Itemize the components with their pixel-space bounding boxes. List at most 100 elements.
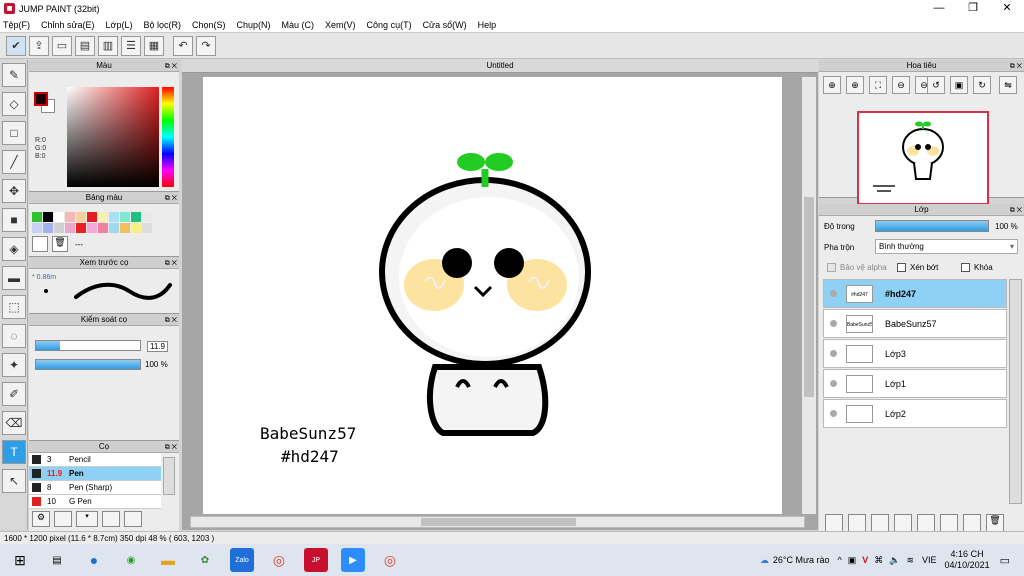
chrome-profile-icon[interactable]: ◎ — [378, 548, 402, 572]
menu-select[interactable]: Chọn(S) — [192, 20, 226, 30]
bucket-tool-icon[interactable]: ◈ — [2, 237, 26, 261]
jump-paint-taskbar-icon[interactable]: JP — [304, 548, 328, 572]
sync-icon[interactable]: ✔ — [6, 35, 26, 56]
rotate-reset-icon[interactable]: ▣ — [950, 76, 968, 94]
blend-mode-select[interactable]: Bình thường ▾ — [875, 239, 1018, 254]
canvas-horizontal-scrollbar[interactable] — [190, 516, 805, 528]
tray-app-icon[interactable]: ▣ — [848, 555, 857, 566]
layer-folder-icon[interactable] — [917, 514, 935, 532]
layer-row-babesunz57[interactable]: BabeSunz57 BabeSunz57 — [823, 309, 1007, 338]
brush-tool-icon[interactable]: ✎ — [2, 63, 26, 87]
brush-size-value[interactable]: 11.9 — [147, 341, 168, 352]
brush-size-slider[interactable] — [35, 340, 141, 351]
trash-icon[interactable]: 🗑 — [52, 236, 68, 252]
visibility-icon[interactable] — [830, 410, 837, 417]
brush-item-pen[interactable]: 11.9 Pen — [29, 467, 161, 481]
protect-alpha-checkbox[interactable] — [827, 263, 836, 272]
menu-help[interactable]: Help — [478, 20, 497, 30]
menu-filter[interactable]: Bộ lọc(R) — [143, 20, 181, 30]
network-icon[interactable]: ⌘ — [874, 555, 883, 566]
rectangle-tool-icon[interactable]: □ — [2, 121, 26, 145]
brush-settings-icon[interactable]: ⚙ — [32, 511, 50, 527]
move-tool-icon[interactable]: ✥ — [2, 179, 26, 203]
visibility-icon[interactable] — [830, 320, 837, 327]
navigator-thumbnail[interactable] — [857, 111, 989, 205]
menu-capture[interactable]: Chụp(N) — [237, 20, 271, 30]
layer-row-lop1[interactable]: Lớp1 — [823, 369, 1007, 398]
close-button[interactable]: ✕ — [990, 0, 1024, 17]
magic-wand-tool-icon[interactable]: ✦ — [2, 353, 26, 377]
layer-list-scrollbar[interactable] — [1009, 279, 1022, 504]
document-icon[interactable]: ▥ — [98, 35, 118, 56]
zalo-icon[interactable]: Zalo — [230, 548, 254, 572]
fit-icon[interactable]: ⛶ — [869, 76, 887, 94]
volume-icon[interactable]: 🔈 — [889, 555, 900, 566]
undo-icon[interactable]: ↶ — [173, 35, 193, 56]
export-icon[interactable]: ⇪ — [29, 35, 49, 56]
brush-item-pencil[interactable]: 3 Pencil — [29, 453, 161, 467]
redo-icon[interactable]: ↷ — [196, 35, 216, 56]
zoom-out-icon[interactable]: ⊖ — [892, 76, 910, 94]
minimize-button[interactable]: — — [922, 0, 956, 17]
chrome-icon[interactable]: ◎ — [267, 548, 291, 572]
duplicate-layer-icon[interactable] — [940, 514, 958, 532]
menu-window[interactable]: Cửa sổ(W) — [423, 20, 467, 30]
menu-edit[interactable]: Chỉnh sửa(E) — [41, 20, 95, 30]
brush-item-g-pen[interactable]: 10 G Pen — [29, 495, 161, 509]
menu-file[interactable]: Tệp(F) — [3, 20, 30, 30]
gradient-tool-icon[interactable]: ▬ — [2, 266, 26, 290]
operation-tool-icon[interactable]: ↖ — [2, 469, 26, 493]
list-icon[interactable]: ☰ — [121, 35, 141, 56]
flip-icon[interactable]: ⇋ — [999, 76, 1017, 94]
pen-tool-icon[interactable]: ╱ — [2, 150, 26, 174]
saturation-value-picker[interactable] — [67, 87, 159, 187]
edge-icon[interactable]: ● — [82, 548, 106, 572]
select-rect-tool-icon[interactable]: ⬚ — [2, 295, 26, 319]
layer-opacity-slider[interactable] — [875, 220, 989, 232]
merge-layer-icon[interactable] — [963, 514, 981, 532]
fill-rect-tool-icon[interactable]: ■ — [2, 208, 26, 232]
palette-swatches[interactable] — [32, 212, 152, 233]
brush-list-scrollbar[interactable] — [163, 457, 175, 495]
task-view-icon[interactable]: ▤ — [45, 548, 69, 572]
document-tab[interactable]: Untitled — [182, 59, 818, 73]
input-language[interactable]: VIE — [922, 555, 937, 565]
delete-layer-icon[interactable]: 🗑 — [986, 514, 1004, 532]
brush-copy-icon[interactable] — [102, 511, 120, 527]
layer-row-hd247[interactable]: #hd247 #hd247 — [823, 279, 1007, 308]
select-pen-tool-icon[interactable]: ✐ — [2, 382, 26, 406]
layer-row-lop2[interactable]: Lớp2 — [823, 399, 1007, 428]
new-8bit-layer-icon[interactable] — [894, 514, 912, 532]
brush-opacity-slider[interactable] — [35, 359, 141, 370]
windows-start-icon[interactable]: ⊞ — [8, 548, 32, 572]
vertical-scroll-thumb[interactable] — [804, 197, 814, 397]
zoom-app-icon[interactable]: ▶ — [341, 548, 365, 572]
wifi-icon[interactable]: ≋ — [906, 555, 914, 566]
new-brush-icon[interactable] — [54, 511, 72, 527]
lock-option[interactable]: Khóa — [961, 263, 993, 272]
brush-item-pen-sharp[interactable]: 8 Pen (Sharp) — [29, 481, 161, 495]
canvas-vertical-scrollbar[interactable] — [802, 77, 816, 514]
visibility-icon[interactable] — [830, 380, 837, 387]
hue-slider[interactable] — [162, 87, 174, 187]
zoom-in-alt-icon[interactable]: ⊕ — [846, 76, 864, 94]
visibility-icon[interactable] — [830, 350, 837, 357]
visibility-icon[interactable] — [830, 290, 837, 297]
protect-alpha-option[interactable]: Bảo vệ alpha — [827, 263, 887, 272]
clipping-option[interactable]: Xén bớt — [897, 263, 938, 272]
foreground-color-swatch[interactable] — [34, 92, 48, 106]
clipping-checkbox[interactable] — [897, 263, 906, 272]
maximize-button[interactable]: ❐ — [956, 0, 990, 17]
lock-checkbox[interactable] — [961, 263, 970, 272]
layer-row-lop3[interactable]: Lớp3 — [823, 339, 1007, 368]
new-raster-layer-icon[interactable] — [848, 514, 866, 532]
weather-text[interactable]: 26°C Mưa rào — [773, 555, 830, 565]
text-tool-icon[interactable]: T — [2, 440, 26, 464]
horizontal-scroll-thumb[interactable] — [421, 518, 576, 526]
rotate-right-icon[interactable]: ↻ — [973, 76, 991, 94]
comment-icon[interactable]: ▭ — [52, 35, 72, 56]
rotate-left-icon[interactable]: ↺ — [927, 76, 945, 94]
notification-icon[interactable]: ▭ — [1000, 554, 1010, 567]
message-icon[interactable]: ▤ — [75, 35, 95, 56]
menu-color[interactable]: Màu (C) — [282, 20, 315, 30]
